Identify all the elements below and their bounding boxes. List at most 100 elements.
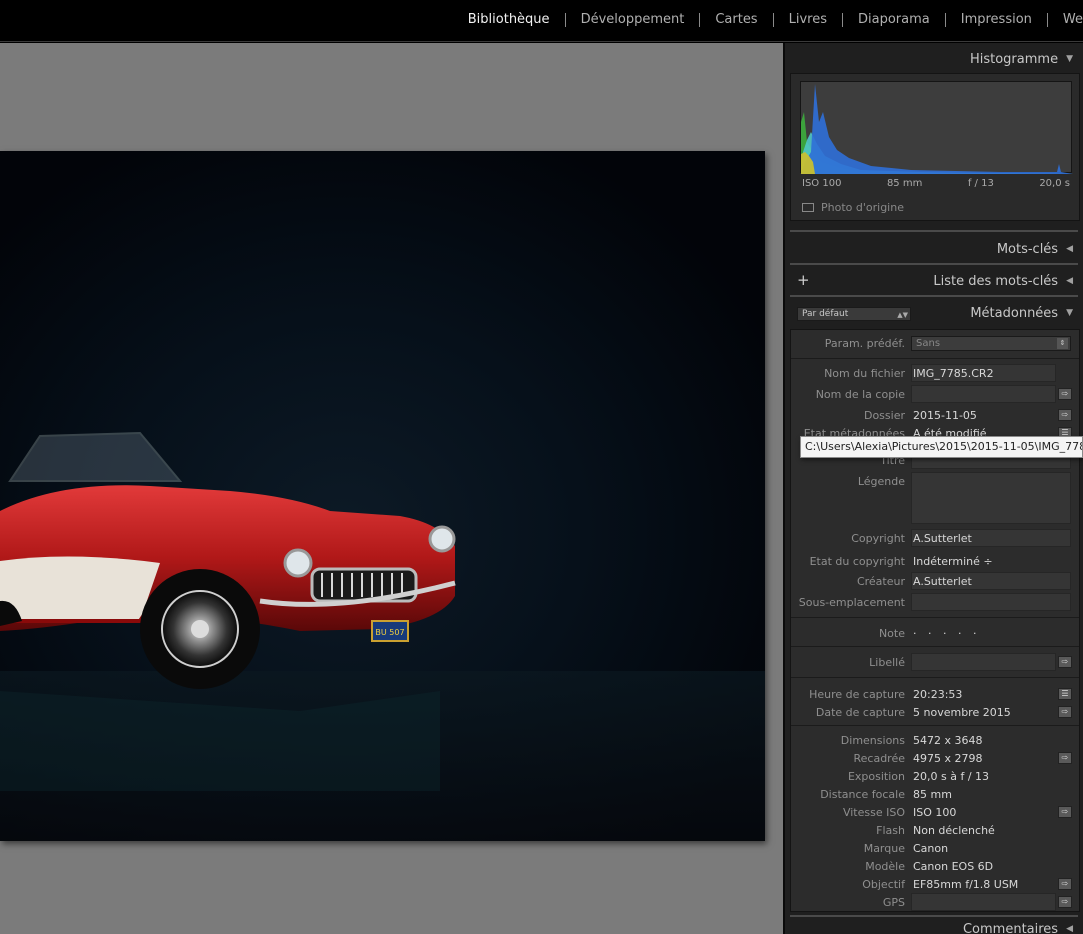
flash-value: Non déclenché <box>913 824 995 837</box>
metadata-row-rating: Note · · · · · <box>791 624 1079 642</box>
metadata-row-exposure: Exposition 20,0 s à f / 13 <box>791 767 1079 785</box>
metadata-row-copy-name: Nom de la copie ⇨ <box>791 385 1079 403</box>
keyword-list-panel-header[interactable]: Liste des mots-clés ◀ <box>790 267 1083 295</box>
filename-value: IMG_7785.CR2 <box>913 367 994 380</box>
original-photo-toggle[interactable]: Photo d'origine <box>802 201 904 214</box>
list-action-icon[interactable]: ☰ <box>1058 688 1072 700</box>
focal-length-label: Distance focale <box>820 788 905 801</box>
metadata-row-creator: Créateur A.Sutterlet <box>791 572 1079 590</box>
caption-label: Légende <box>857 475 905 488</box>
module-print[interactable]: Impression <box>946 12 1047 27</box>
cropped-value: 4975 x 2798 <box>913 752 983 765</box>
panel-divider <box>790 295 1078 297</box>
metadata-row-focal-length: Distance focale 85 mm <box>791 785 1079 803</box>
metadata-row-copyright-status: Etat du copyright Indéterminé ÷ <box>791 552 1079 570</box>
model-value: Canon EOS 6D <box>913 860 994 873</box>
focal-length-value: 85 mm <box>913 788 952 801</box>
module-book[interactable]: Livres <box>774 12 842 27</box>
folder-path-tooltip: C:\Users\Alexia\Pictures\2015\2015-11-05… <box>800 436 1083 458</box>
arrow-action-icon[interactable]: ⇨ <box>1058 752 1072 764</box>
sublocation-field[interactable] <box>911 593 1071 611</box>
expand-triangle-icon[interactable]: ◀ <box>1066 924 1073 934</box>
rating-label: Note <box>878 627 905 640</box>
creator-value: A.Sutterlet <box>913 575 972 588</box>
expand-triangle-icon[interactable]: ◀ <box>1066 276 1073 286</box>
keywords-panel-title: Mots-clés <box>996 241 1059 257</box>
collapse-triangle-icon[interactable]: ▼ <box>1066 308 1073 318</box>
histogram-iso: ISO 100 <box>802 178 842 189</box>
capture-time-label: Heure de capture <box>809 688 905 701</box>
module-picker: Bibliothèque Développement Cartes Livres… <box>453 12 1083 27</box>
section-divider <box>791 646 1079 647</box>
metadata-row-sublocation: Sous-emplacement <box>791 593 1079 611</box>
iso-label: Vitesse ISO <box>842 806 905 819</box>
arrow-action-icon[interactable]: ⇨ <box>1058 656 1072 668</box>
section-divider <box>791 725 1079 726</box>
metadata-row-capture-time: Heure de capture 20:23:53 ☰ <box>791 685 1079 703</box>
caption-field[interactable] <box>911 472 1071 524</box>
original-photo-checkbox[interactable] <box>802 203 814 212</box>
photo-loupe[interactable]: BU 507 <box>0 151 765 841</box>
metadata-row-caption: Légende <box>791 472 1079 524</box>
dimensions-label: Dimensions <box>840 734 905 747</box>
metadata-preset-select[interactable]: Sans ⇕ <box>911 336 1071 351</box>
metadata-row-flash: Flash Non déclenché <box>791 821 1079 839</box>
histogram-blue-channel <box>801 84 1073 174</box>
histogram-panel-title: Histogramme <box>969 51 1059 67</box>
module-library[interactable]: Bibliothèque <box>453 12 565 27</box>
metadata-row-filename: Nom du fichier IMG_7785.CR2 <box>791 364 1079 382</box>
filename-label: Nom du fichier <box>824 367 905 380</box>
copyright-status-label: Etat du copyright <box>809 555 905 568</box>
arrow-action-icon[interactable]: ⇨ <box>1058 388 1072 400</box>
keywords-panel-header[interactable]: Mots-clés ◀ <box>790 235 1083 263</box>
histogram-focal: 85 mm <box>886 178 923 189</box>
label-field[interactable] <box>911 653 1056 671</box>
copyright-status-select[interactable]: Indéterminé ÷ <box>913 555 993 568</box>
copyright-label: Copyright <box>851 532 905 545</box>
make-label: Marque <box>863 842 905 855</box>
arrow-action-icon[interactable]: ⇨ <box>1058 878 1072 890</box>
metadata-row-lens: Objectif EF85mm f/1.8 USM ⇨ <box>791 875 1079 893</box>
arrow-action-icon[interactable]: ⇨ <box>1058 409 1072 421</box>
metadata-row-folder: Dossier 2015-11-05 ⇨ <box>791 406 1079 424</box>
copy-name-field[interactable] <box>911 385 1056 403</box>
exposure-label: Exposition <box>847 770 905 783</box>
preset-label: Param. prédéf. <box>824 337 905 350</box>
metadata-row-copyright: Copyright A.Sutterlet <box>791 529 1079 547</box>
original-photo-label: Photo d'origine <box>821 201 904 214</box>
collapse-triangle-icon[interactable]: ▼ <box>1066 54 1073 64</box>
car-photo-illustration: BU 507 <box>0 431 765 841</box>
module-bar: Bibliothèque Développement Cartes Livres… <box>0 0 1083 42</box>
panel-divider <box>790 230 1078 232</box>
histogram-aperture: f / 13 <box>967 178 994 189</box>
metadata-row-make: Marque Canon <box>791 839 1079 857</box>
arrow-action-icon[interactable]: ⇨ <box>1058 806 1072 818</box>
metadata-panel-title: Métadonnées <box>970 305 1059 321</box>
add-keyword-plus-icon[interactable]: + <box>797 271 810 289</box>
cropped-label: Recadrée <box>853 752 905 765</box>
sublocation-label: Sous-emplacement <box>798 596 905 609</box>
creator-label: Créateur <box>856 575 905 588</box>
select-arrows-icon: ⇕ <box>1057 338 1068 349</box>
histogram-shutter: 20,0 s <box>1039 178 1070 189</box>
select-arrows-icon: ▲▼ <box>897 311 908 319</box>
arrow-action-icon[interactable]: ⇨ <box>1058 706 1072 718</box>
metadata-preset-value: Sans <box>916 338 941 349</box>
arrow-action-icon[interactable]: ⇨ <box>1058 896 1072 908</box>
module-web[interactable]: We <box>1048 12 1083 27</box>
metadata-view-select[interactable]: Par défaut ▲▼ <box>797 307 911 321</box>
expand-triangle-icon[interactable]: ◀ <box>1066 244 1073 254</box>
section-divider <box>791 358 1079 359</box>
comments-panel-title: Commentaires <box>962 921 1059 934</box>
comments-panel-header[interactable]: Commentaires ◀ <box>790 915 1083 934</box>
module-develop[interactable]: Développement <box>566 12 700 27</box>
histogram-graph[interactable] <box>800 81 1073 174</box>
gps-field[interactable] <box>911 893 1056 911</box>
histogram-exif-readout: ISO 100 85 mm f / 13 20,0 s <box>802 178 1070 189</box>
histogram-panel-header[interactable]: Histogramme ▼ <box>790 45 1083 73</box>
folder-value: 2015-11-05 <box>913 409 977 422</box>
image-preview-area[interactable]: BU 507 <box>0 43 783 934</box>
rating-dots[interactable]: · · · · · <box>913 627 980 640</box>
module-map[interactable]: Cartes <box>700 12 772 27</box>
module-slideshow[interactable]: Diaporama <box>843 12 945 27</box>
